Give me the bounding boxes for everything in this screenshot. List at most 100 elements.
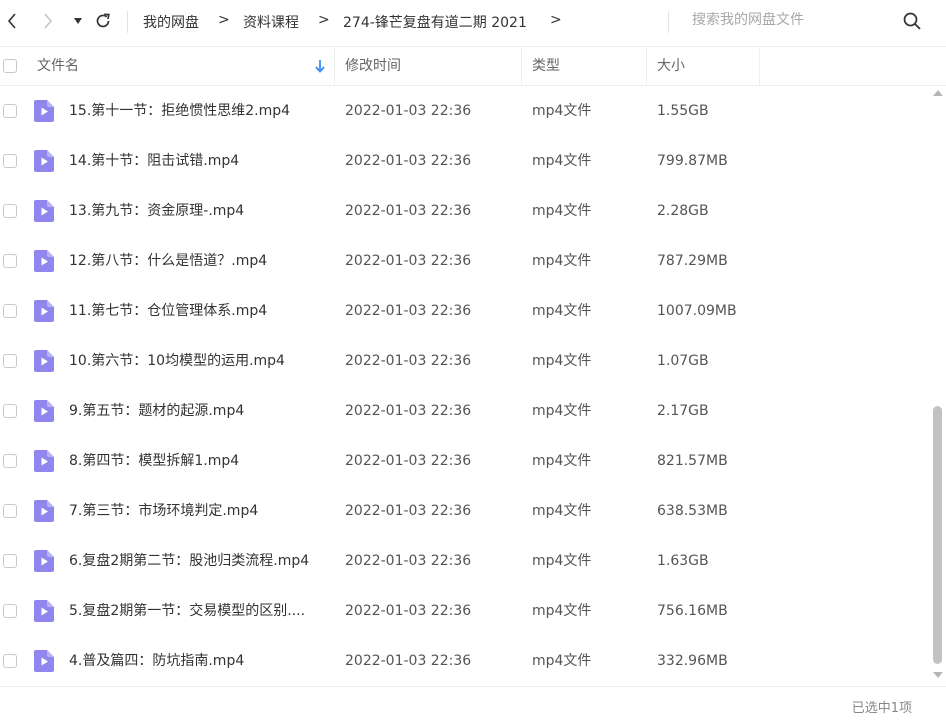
selection-count: 已选中1项 — [851, 701, 912, 716]
search-input[interactable] — [692, 12, 882, 28]
file-name[interactable]: 7.第三节：市场环境判定.mp4 — [69, 486, 327, 536]
video-file-icon — [34, 250, 54, 272]
file-modified-time: 2022-01-03 22:36 — [345, 353, 472, 369]
back-button[interactable] — [2, 10, 22, 32]
file-list-header: 文件名 修改时间 类型 大小 — [0, 46, 946, 86]
table-row[interactable]: 11.第七节：仓位管理体系.mp4 2022-01-03 22:36 mp4文件 10… — [0, 286, 930, 336]
row-checkbox[interactable] — [3, 254, 17, 268]
chevron-right-icon — [44, 13, 53, 29]
file-name[interactable]: 10.第六节：10均模型的运用.mp4 — [69, 336, 327, 386]
file-name[interactable]: 11.第七节：仓位管理体系.mp4 — [69, 286, 327, 336]
file-type: mp4文件 — [532, 403, 592, 419]
row-checkbox[interactable] — [3, 304, 17, 318]
file-size: 821.57MB — [657, 453, 728, 469]
row-checkbox[interactable] — [3, 104, 17, 118]
table-row[interactable]: 12.第八节：什么是悟道？.mp4 2022-01-03 22:36 mp4文件 78… — [0, 236, 930, 286]
file-type: mp4文件 — [532, 253, 592, 269]
file-modified-time: 2022-01-03 22:36 — [345, 603, 472, 619]
breadcrumb-expand-icon[interactable]: > — [550, 12, 562, 28]
refresh-button[interactable] — [93, 10, 113, 32]
file-modified-time: 2022-01-03 22:36 — [345, 253, 472, 269]
file-name[interactable]: 12.第八节：什么是悟道？.mp4 — [69, 236, 327, 286]
video-file-icon — [34, 400, 54, 422]
file-size: 638.53MB — [657, 503, 728, 519]
table-row[interactable]: 8.第四节：模型拆解1.mp4 2022-01-03 22:36 mp4文件 821.… — [0, 436, 930, 486]
video-file-icon — [34, 300, 54, 322]
file-size: 756.16MB — [657, 603, 728, 619]
file-type: mp4文件 — [532, 203, 592, 219]
scroll-down-arrow-icon[interactable] — [933, 672, 943, 678]
table-row[interactable]: 14.第十节：阻击试错.mp4 2022-01-03 22:36 mp4文件 799.… — [0, 136, 930, 186]
file-modified-time: 2022-01-03 22:36 — [345, 103, 472, 119]
scroll-up-arrow-icon[interactable] — [933, 90, 943, 96]
row-checkbox[interactable] — [3, 404, 17, 418]
row-checkbox[interactable] — [3, 204, 17, 218]
row-checkbox[interactable] — [3, 554, 17, 568]
row-checkbox[interactable] — [3, 654, 17, 668]
breadcrumb-item-current-folder[interactable]: 274-锋芒复盘有道二期 2021 — [343, 12, 527, 32]
column-header-type[interactable]: 类型 — [532, 47, 560, 85]
column-header-name[interactable]: 文件名 — [37, 47, 79, 85]
breadcrumb-separator-icon: > — [218, 12, 230, 28]
table-row[interactable]: 15.第十一节：拒绝惯性思维2.mp4 2022-01-03 22:36 mp4文件… — [0, 86, 930, 136]
row-checkbox[interactable] — [3, 504, 17, 518]
file-type: mp4文件 — [532, 103, 592, 119]
file-modified-time: 2022-01-03 22:36 — [345, 303, 472, 319]
status-bar: 已选中1项 — [0, 686, 946, 721]
file-type: mp4文件 — [532, 503, 592, 519]
file-name[interactable]: 15.第十一节：拒绝惯性思维2.mp4 — [69, 86, 327, 136]
file-size: 2.28GB — [657, 203, 709, 219]
file-type: mp4文件 — [532, 553, 592, 569]
table-row[interactable]: 4.普及篇四：防坑指南.mp4 2022-01-03 22:36 mp4文件 332.… — [0, 636, 930, 686]
file-name[interactable]: 6.复盘2期第二节：股池归类流程.mp4 — [69, 536, 327, 586]
column-divider[interactable] — [334, 47, 335, 85]
column-divider[interactable] — [521, 47, 522, 85]
file-modified-time: 2022-01-03 22:36 — [345, 403, 472, 419]
file-name[interactable]: 4.普及篇四：防坑指南.mp4 — [69, 636, 327, 686]
toolbar-divider — [127, 11, 128, 33]
file-size: 1.55GB — [657, 103, 709, 119]
file-name[interactable]: 8.第四节：模型拆解1.mp4 — [69, 436, 327, 486]
column-header-time[interactable]: 修改时间 — [345, 47, 401, 85]
select-all-checkbox[interactable] — [3, 59, 17, 73]
toolbar: 我的网盘 > 资料课程 > 274-锋芒复盘有道二期 2021 > — [0, 0, 946, 44]
file-size: 2.17GB — [657, 403, 709, 419]
forward-button[interactable] — [38, 10, 58, 32]
breadcrumb-item-my-drive[interactable]: 我的网盘 — [143, 12, 199, 32]
table-row[interactable]: 7.第三节：市场环境判定.mp4 2022-01-03 22:36 mp4文件 638… — [0, 486, 930, 536]
file-type: mp4文件 — [532, 353, 592, 369]
breadcrumb-item-courses[interactable]: 资料课程 — [243, 12, 299, 32]
search-icon[interactable] — [902, 11, 922, 31]
caret-down-icon — [74, 18, 82, 24]
scrollbar-thumb[interactable] — [933, 406, 942, 664]
row-checkbox[interactable] — [3, 454, 17, 468]
row-checkbox[interactable] — [3, 354, 17, 368]
row-checkbox[interactable] — [3, 604, 17, 618]
row-checkbox[interactable] — [3, 154, 17, 168]
file-name[interactable]: 13.第九节：资金原理-.mp4 — [69, 186, 327, 236]
table-row[interactable]: 13.第九节：资金原理-.mp4 2022-01-03 22:36 mp4文件 2.2… — [0, 186, 930, 236]
file-name[interactable]: 9.第五节：题材的起源.mp4 — [69, 386, 327, 436]
file-size: 799.87MB — [657, 153, 728, 169]
column-header-size[interactable]: 大小 — [657, 47, 685, 85]
table-row[interactable]: 6.复盘2期第二节：股池归类流程.mp4 2022-01-03 22:36 mp4文… — [0, 536, 930, 586]
table-row[interactable]: 5.复盘2期第一节：交易模型的区别.... 2022-01-03 22:36 mp4… — [0, 586, 930, 636]
file-name[interactable]: 14.第十节：阻击试错.mp4 — [69, 136, 327, 186]
column-divider[interactable] — [646, 47, 647, 85]
file-size: 1007.09MB — [657, 303, 737, 319]
history-dropdown-button[interactable] — [68, 10, 88, 32]
file-modified-time: 2022-01-03 22:36 — [345, 153, 472, 169]
table-row[interactable]: 10.第六节：10均模型的运用.mp4 2022-01-03 22:36 mp4文件… — [0, 336, 930, 386]
breadcrumb-separator-icon: > — [318, 12, 330, 28]
file-name[interactable]: 5.复盘2期第一节：交易模型的区别.... — [69, 586, 327, 636]
chevron-left-icon — [7, 13, 16, 29]
file-modified-time: 2022-01-03 22:36 — [345, 653, 472, 669]
video-file-icon — [34, 550, 54, 572]
search-divider — [668, 11, 669, 33]
video-file-icon — [34, 500, 54, 522]
sort-descending-icon[interactable] — [312, 57, 328, 75]
table-row[interactable]: 9.第五节：题材的起源.mp4 2022-01-03 22:36 mp4文件 2.17… — [0, 386, 930, 436]
video-file-icon — [34, 350, 54, 372]
column-divider[interactable] — [759, 47, 760, 85]
file-type: mp4文件 — [532, 453, 592, 469]
